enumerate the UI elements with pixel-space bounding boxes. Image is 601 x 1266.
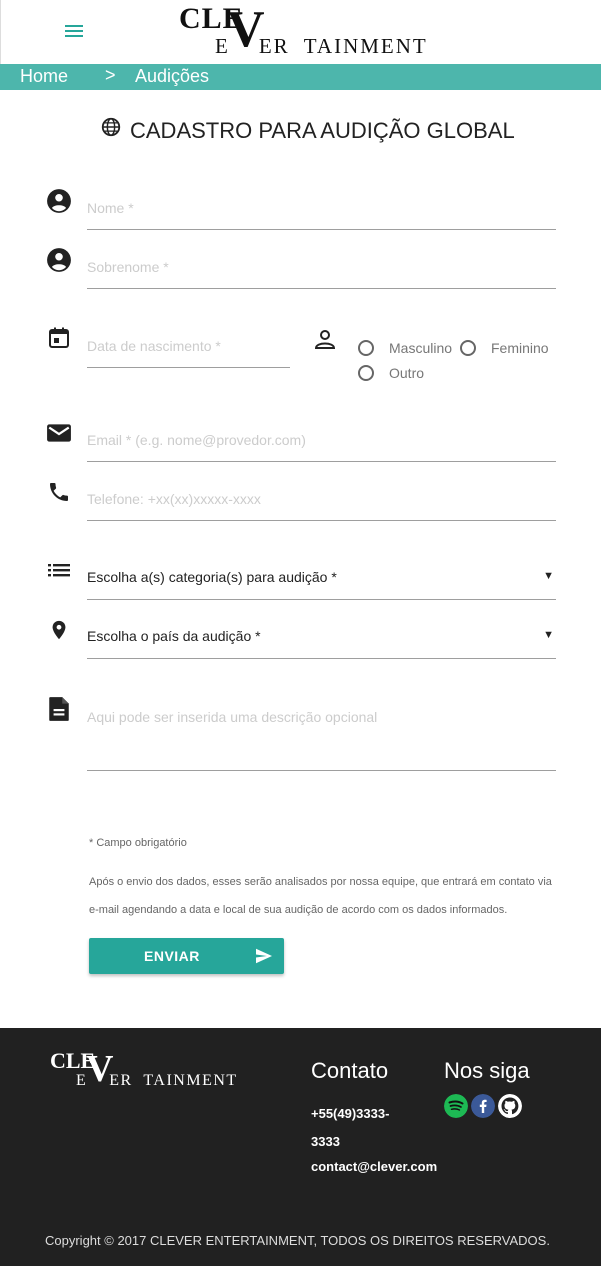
first-name-input[interactable]: Nome * <box>87 195 556 230</box>
radio-label: Masculino <box>389 340 453 356</box>
description-textarea[interactable]: Aqui pode ser inserida uma descrição opc… <box>87 704 556 771</box>
caret-down-icon: ▼ <box>543 570 554 582</box>
radio-circle[interactable] <box>358 340 374 356</box>
required-note: * Campo obrigatório <box>89 837 187 849</box>
email-icon <box>47 424 71 442</box>
contact-title: Contato <box>311 1058 389 1083</box>
follow-title: Nos siga <box>444 1058 530 1083</box>
country-select[interactable]: Escolha o país da audição * ▼ <box>87 621 556 659</box>
breadcrumb-current: Audições <box>135 66 210 86</box>
submit-button[interactable]: ENVIAR <box>89 938 284 974</box>
phone-input[interactable]: Telefone: +xx(xx)xxxxx-xxxx <box>87 486 556 521</box>
description-icon <box>49 697 69 721</box>
spotify-icon[interactable] <box>444 1094 468 1118</box>
contact-email[interactable]: contact@clever.com <box>311 1156 437 1178</box>
footer-logo-text-bottom: E ER TAINMENT <box>76 1072 238 1089</box>
account-circle-icon <box>47 248 71 272</box>
send-icon <box>256 948 272 964</box>
account-circle-icon <box>47 189 71 213</box>
country-select-value: Escolha o país da audição * <box>87 628 261 644</box>
submit-label: ENVIAR <box>144 948 200 964</box>
person-outline-icon <box>314 330 336 349</box>
phone-icon <box>50 483 68 501</box>
last-name-placeholder: Sobrenome * <box>87 259 169 275</box>
email-input[interactable]: Email * (e.g. nome@provedor.com) <box>87 427 556 462</box>
chevron-right-icon: > <box>105 65 116 85</box>
footer-logo[interactable]: CLE V E ER TAINMENT <box>50 1048 250 1092</box>
caret-down-icon: ▼ <box>543 629 554 641</box>
phone-placeholder: Telefone: +xx(xx)xxxxx-xxxx <box>87 491 261 507</box>
radio-circle[interactable] <box>460 340 476 356</box>
top-navbar: CLE V E ER TAINMENT <box>0 0 601 64</box>
breadcrumb: Home > Audições <box>0 64 601 90</box>
first-name-placeholder: Nome * <box>87 200 134 216</box>
birthdate-input[interactable]: Data de nascimento * <box>87 333 290 368</box>
contact-phone[interactable]: +55(49)3333-3333 <box>311 1100 411 1156</box>
globe-icon <box>101 117 121 137</box>
logo[interactable]: CLE V E ER TAINMENT <box>179 2 427 58</box>
copyright-text: Copyright © 2017 CLEVER ENTERTAINMENT, T… <box>45 1233 550 1248</box>
facebook-icon[interactable] <box>471 1094 495 1118</box>
form-title-text: CADASTRO PARA AUDIÇÃO GLOBAL <box>130 118 515 143</box>
hamburger-icon[interactable] <box>65 22 87 42</box>
radio-label: Outro <box>389 365 425 381</box>
info-text: Após o envio dos dados, esses serão anal… <box>89 876 552 916</box>
github-icon[interactable] <box>498 1094 522 1118</box>
list-icon <box>48 564 70 577</box>
email-placeholder: Email * (e.g. nome@provedor.com) <box>87 432 306 448</box>
radio-circle[interactable] <box>358 365 374 381</box>
calendar-icon <box>49 327 69 348</box>
page: CLE V E ER TAINMENT Home > Audições CADA… <box>0 0 601 1266</box>
location-pin-icon <box>52 620 66 640</box>
radio-label: Feminino <box>491 340 549 356</box>
logo-text-bottom: E ER TAINMENT <box>215 34 428 58</box>
last-name-input[interactable]: Sobrenome * <box>87 254 556 289</box>
form-title: CADASTRO PARA AUDIÇÃO GLOBAL <box>100 116 520 146</box>
footer: CLE V E ER TAINMENT Contato +55(49)3333-… <box>0 1028 601 1266</box>
category-select[interactable]: Escolha a(s) categoria(s) para audição *… <box>87 562 556 600</box>
birthdate-placeholder: Data de nascimento * <box>87 338 221 354</box>
breadcrumb-home[interactable]: Home <box>20 66 68 87</box>
category-select-value: Escolha a(s) categoria(s) para audição * <box>87 569 337 585</box>
description-placeholder: Aqui pode ser inserida uma descrição opc… <box>87 709 378 725</box>
